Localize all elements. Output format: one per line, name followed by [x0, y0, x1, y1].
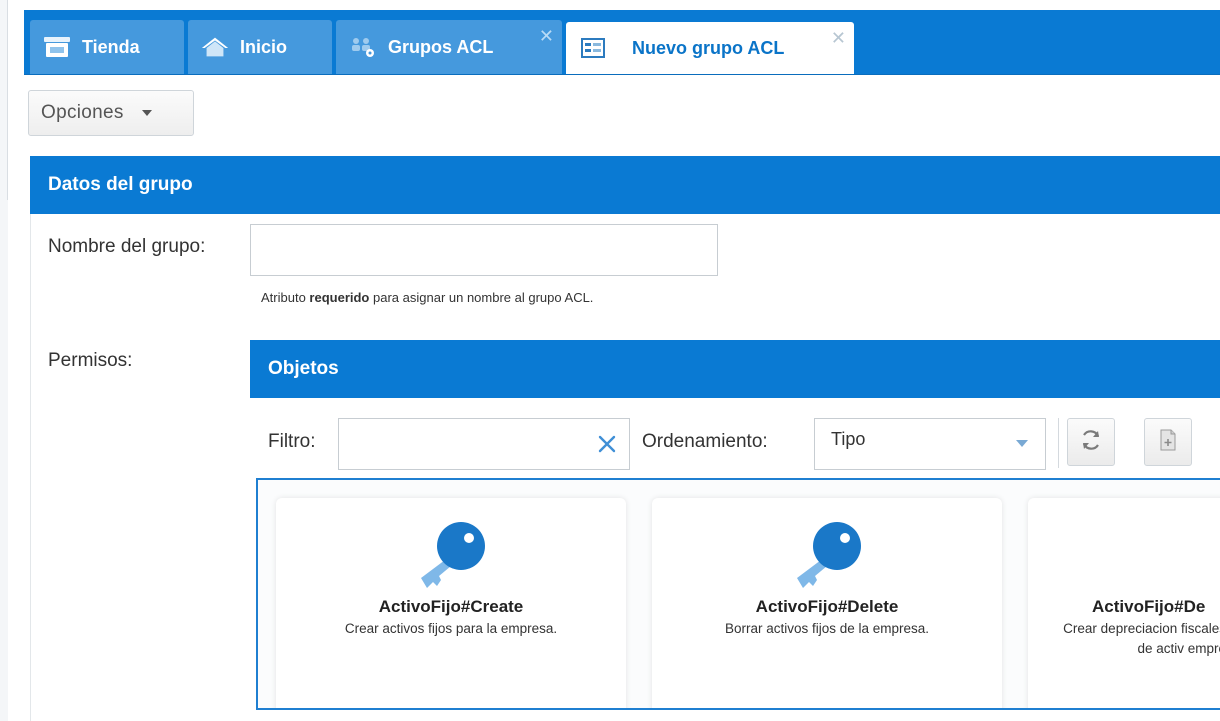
filter-input[interactable]: [338, 418, 630, 470]
home-icon: [200, 35, 230, 59]
sort-select[interactable]: Tipo: [814, 418, 1046, 470]
clear-filter-icon[interactable]: [595, 430, 619, 458]
card-description: Crear activos fijos para la empresa.: [344, 621, 558, 636]
tab-label: Grupos ACL: [388, 36, 494, 57]
panel-title: Datos del grupo: [48, 174, 193, 195]
filter-label: Filtro:: [268, 431, 316, 452]
permission-card[interactable]: ActivoFijo#Create Crear activos fijos pa…: [276, 498, 626, 708]
options-menu-button[interactable]: Opciones: [28, 90, 194, 136]
objects-title: Objetos: [268, 358, 339, 379]
card-title: ActivoFijo#De: [1092, 597, 1206, 616]
card-title: ActivoFijo#Create: [378, 597, 524, 616]
caret-down-icon: [141, 110, 152, 116]
tab-bar: Tienda Inicio Grupos ACL ✕ Nuevo grupo A…: [24, 10, 1220, 75]
new-document-button[interactable]: [1144, 418, 1192, 466]
form-icon: [578, 36, 608, 60]
toolbar-divider: [1058, 418, 1059, 468]
tab-label: Tienda: [82, 36, 140, 57]
key-icon: [411, 516, 491, 592]
permission-card[interactable]: ActivoFijo#Delete Borrar activos fijos d…: [652, 498, 1002, 708]
objects-header: Objetos: [250, 340, 1220, 398]
tab-grupos-acl[interactable]: Grupos ACL ✕: [336, 20, 562, 74]
left-edge: [0, 0, 8, 721]
sort-value: Tipo: [831, 428, 866, 449]
group-name-label: Nombre del grupo:: [48, 236, 206, 257]
permission-card[interactable]: ActivoFijo#De Crear depreciacion fiscale…: [1028, 498, 1220, 708]
close-icon[interactable]: ✕: [539, 26, 554, 47]
refresh-button[interactable]: [1067, 418, 1115, 466]
permission-cards: ActivoFijo#Create Crear activos fijos pa…: [256, 478, 1220, 710]
card-title: ActivoFijo#Delete: [755, 597, 899, 616]
store-icon: [42, 35, 72, 59]
chevron-down-icon[interactable]: [1016, 440, 1028, 447]
users-group-icon: [348, 35, 378, 59]
options-label: Opciones: [41, 102, 124, 123]
tab-nuevo-grupo-acl[interactable]: Nuevo grupo ACL ✕: [566, 22, 854, 74]
card-description: Crear depreciacion fiscales de activ emp…: [1063, 621, 1220, 656]
tab-label: Inicio: [240, 36, 288, 57]
tab-tienda[interactable]: Tienda: [30, 20, 184, 74]
refresh-icon: [1078, 427, 1104, 458]
key-icon: [787, 516, 867, 592]
group-data-header: Datos del grupo: [30, 156, 1220, 214]
group-name-input[interactable]: [250, 224, 718, 276]
sort-label: Ordenamiento:: [642, 431, 768, 452]
tab-label: Nuevo grupo ACL: [632, 37, 785, 58]
new-document-icon: [1158, 428, 1178, 457]
card-description: Borrar activos fijos de la empresa.: [724, 621, 930, 636]
tab-inicio[interactable]: Inicio: [188, 20, 332, 74]
permissions-label: Permisos:: [48, 350, 133, 371]
close-icon[interactable]: ✕: [831, 28, 846, 49]
group-name-hint: Atributo requerido para asignar un nombr…: [261, 290, 594, 305]
